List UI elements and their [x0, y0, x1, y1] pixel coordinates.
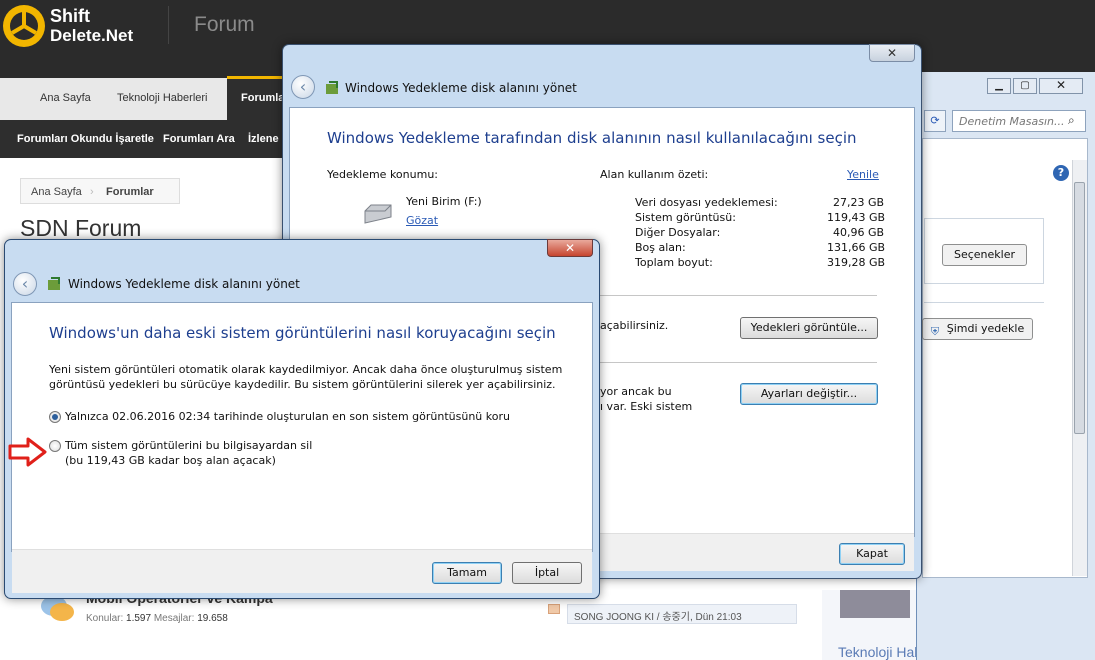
dialog-close-button[interactable]: ✕ — [869, 44, 915, 62]
forum-row-stats: Konular: 1.597 Mesajlar: 19.658 — [86, 613, 228, 624]
stats-topics: 1.597 — [126, 613, 152, 624]
dialog-heading: Windows'un daha eski sistem görüntülerin… — [49, 324, 556, 342]
stats-posts: 19.658 — [197, 613, 228, 624]
stats-posts-label: Mesajlar: — [153, 613, 195, 624]
site-logo[interactable]: Shift Delete.Net — [0, 2, 160, 50]
subnav-mark-read[interactable]: Forumları Okundu İşaretle — [17, 133, 154, 145]
keep-latest-label[interactable]: Yalnızca 02.06.2016 02:34 tarihinde oluş… — [65, 410, 510, 423]
help-icon[interactable]: ? — [1053, 165, 1069, 181]
close-button[interactable]: ✕ — [1039, 78, 1083, 94]
keep-latest-radio[interactable] — [49, 411, 61, 423]
refresh-link[interactable]: Yenile — [847, 168, 879, 181]
options-button[interactable]: Seçenekler — [942, 244, 1027, 266]
breadcrumb-separator-icon: › — [90, 186, 94, 198]
backup-location-label: Yedekleme konumu: — [327, 168, 438, 181]
minimize-button[interactable]: ▁ — [987, 78, 1011, 94]
system-image-dialog: ✕ ‹ Windows Yedekleme disk alanını yönet… — [4, 239, 600, 599]
summary-row-label: Sistem görüntüsü: — [635, 211, 736, 224]
summary-row-value: 319,28 GB — [827, 256, 886, 269]
drive-name: Yeni Birim (F:) — [406, 195, 482, 208]
breadcrumb-home[interactable]: Ana Sayfa — [31, 186, 82, 198]
search-input[interactable]: Denetim Masasın... — [952, 110, 1086, 132]
summary-row-value: 119,43 GB — [827, 211, 886, 224]
description-line2: görüntüsü yedekleri bu sürücüye kaydedil… — [49, 378, 556, 391]
summary-row-label: Veri dosyası yedeklemesi: — [635, 196, 778, 209]
delete-all-label[interactable]: Tüm sistem görüntülerini bu bilgisayarda… — [65, 439, 312, 452]
summary-row-value: 131,66 GB — [827, 241, 886, 254]
sidebar-image — [840, 590, 910, 618]
data-files-text: açabilirsiniz. — [600, 319, 669, 332]
subnav-search-forums[interactable]: Forumları Ara — [163, 133, 235, 145]
summary-row-label: Diğer Dosyalar: — [635, 226, 721, 239]
tab-ana-sayfa[interactable]: Ana Sayfa — [40, 92, 91, 104]
backup-now-button[interactable]: ⛨ Şimdi yedekle — [922, 318, 1033, 340]
rss-icon[interactable] — [548, 604, 560, 614]
drive-icon — [364, 204, 392, 224]
tab-teknoloji-haberleri[interactable]: Teknoloji Haberleri — [117, 92, 208, 104]
dialog-footer — [12, 549, 592, 593]
tab-forumlar[interactable]: Forumla — [241, 92, 284, 104]
ok-button[interactable]: Tamam — [432, 562, 502, 584]
backup-app-icon — [48, 277, 60, 290]
delete-all-radio[interactable] — [49, 440, 61, 452]
logo-line1: Shift — [50, 6, 90, 26]
system-image-text-line1: yor ancak bu — [600, 385, 672, 398]
backup-app-icon — [326, 81, 338, 94]
section-divider — [600, 362, 877, 363]
stats-topics-label: Konular: — [86, 613, 124, 624]
summary-row-label: Toplam boyut: — [635, 256, 713, 269]
site-section-title: Forum — [194, 13, 255, 36]
browse-link[interactable]: Gözat — [406, 214, 438, 227]
dialog-title: Windows Yedekleme disk alanını yönet — [68, 277, 300, 291]
back-arrow-icon[interactable]: ‹ — [291, 75, 315, 99]
change-settings-button[interactable]: Ayarları değiştir... — [740, 383, 878, 405]
header-divider — [168, 6, 169, 44]
logo-line2: Delete.Net — [50, 26, 134, 45]
breadcrumb-forums[interactable]: Forumlar — [106, 186, 154, 198]
summary-row-value: 40,96 GB — [833, 226, 885, 239]
close-dialog-button[interactable]: Kapat — [839, 543, 905, 565]
summary-row-value: 27,23 GB — [833, 196, 885, 209]
description-line1: Yeni sistem görüntüleri otomatik olarak … — [49, 363, 563, 376]
control-panel-content — [922, 138, 1088, 578]
maximize-button[interactable]: ▢ — [1013, 78, 1037, 94]
back-arrow-icon[interactable]: ‹ — [13, 272, 37, 296]
uac-shield-icon: ⛨ — [930, 325, 940, 338]
section-divider — [600, 295, 877, 296]
group-divider — [924, 302, 1044, 303]
summary-row-label: Boş alan: — [635, 241, 686, 254]
scrollbar-thumb[interactable] — [1074, 182, 1085, 434]
page-title: SDN Forum — [20, 215, 142, 241]
dialog-title: Windows Yedekleme disk alanını yönet — [345, 81, 577, 95]
space-summary-label: Alan kullanım özeti: — [600, 168, 709, 181]
last-post-info[interactable]: SONG JOONG KI / 송중기, Dün 21:03 — [567, 604, 797, 624]
backup-now-label: Şimdi yedekle — [946, 322, 1025, 335]
cancel-button[interactable]: İptal — [512, 562, 582, 584]
subnav-watched[interactable]: İzlene — [248, 133, 279, 145]
dialog-heading: Windows Yedekleme tarafından disk alanın… — [327, 129, 857, 147]
red-arrow-annotation-icon — [8, 437, 47, 467]
view-backups-button[interactable]: Yedekleri görüntüle... — [740, 317, 878, 339]
search-icon[interactable]: ⌕ — [1068, 113, 1075, 128]
dialog-close-button[interactable]: ✕ — [547, 239, 593, 257]
delete-all-sublabel: (bu 119,43 GB kadar boş alan açacak) — [65, 454, 276, 467]
system-image-text-line2: ı var. Eski sistem — [600, 400, 693, 413]
logo-emblem-icon — [3, 5, 45, 47]
refresh-icon[interactable]: ⟳ — [924, 110, 946, 132]
